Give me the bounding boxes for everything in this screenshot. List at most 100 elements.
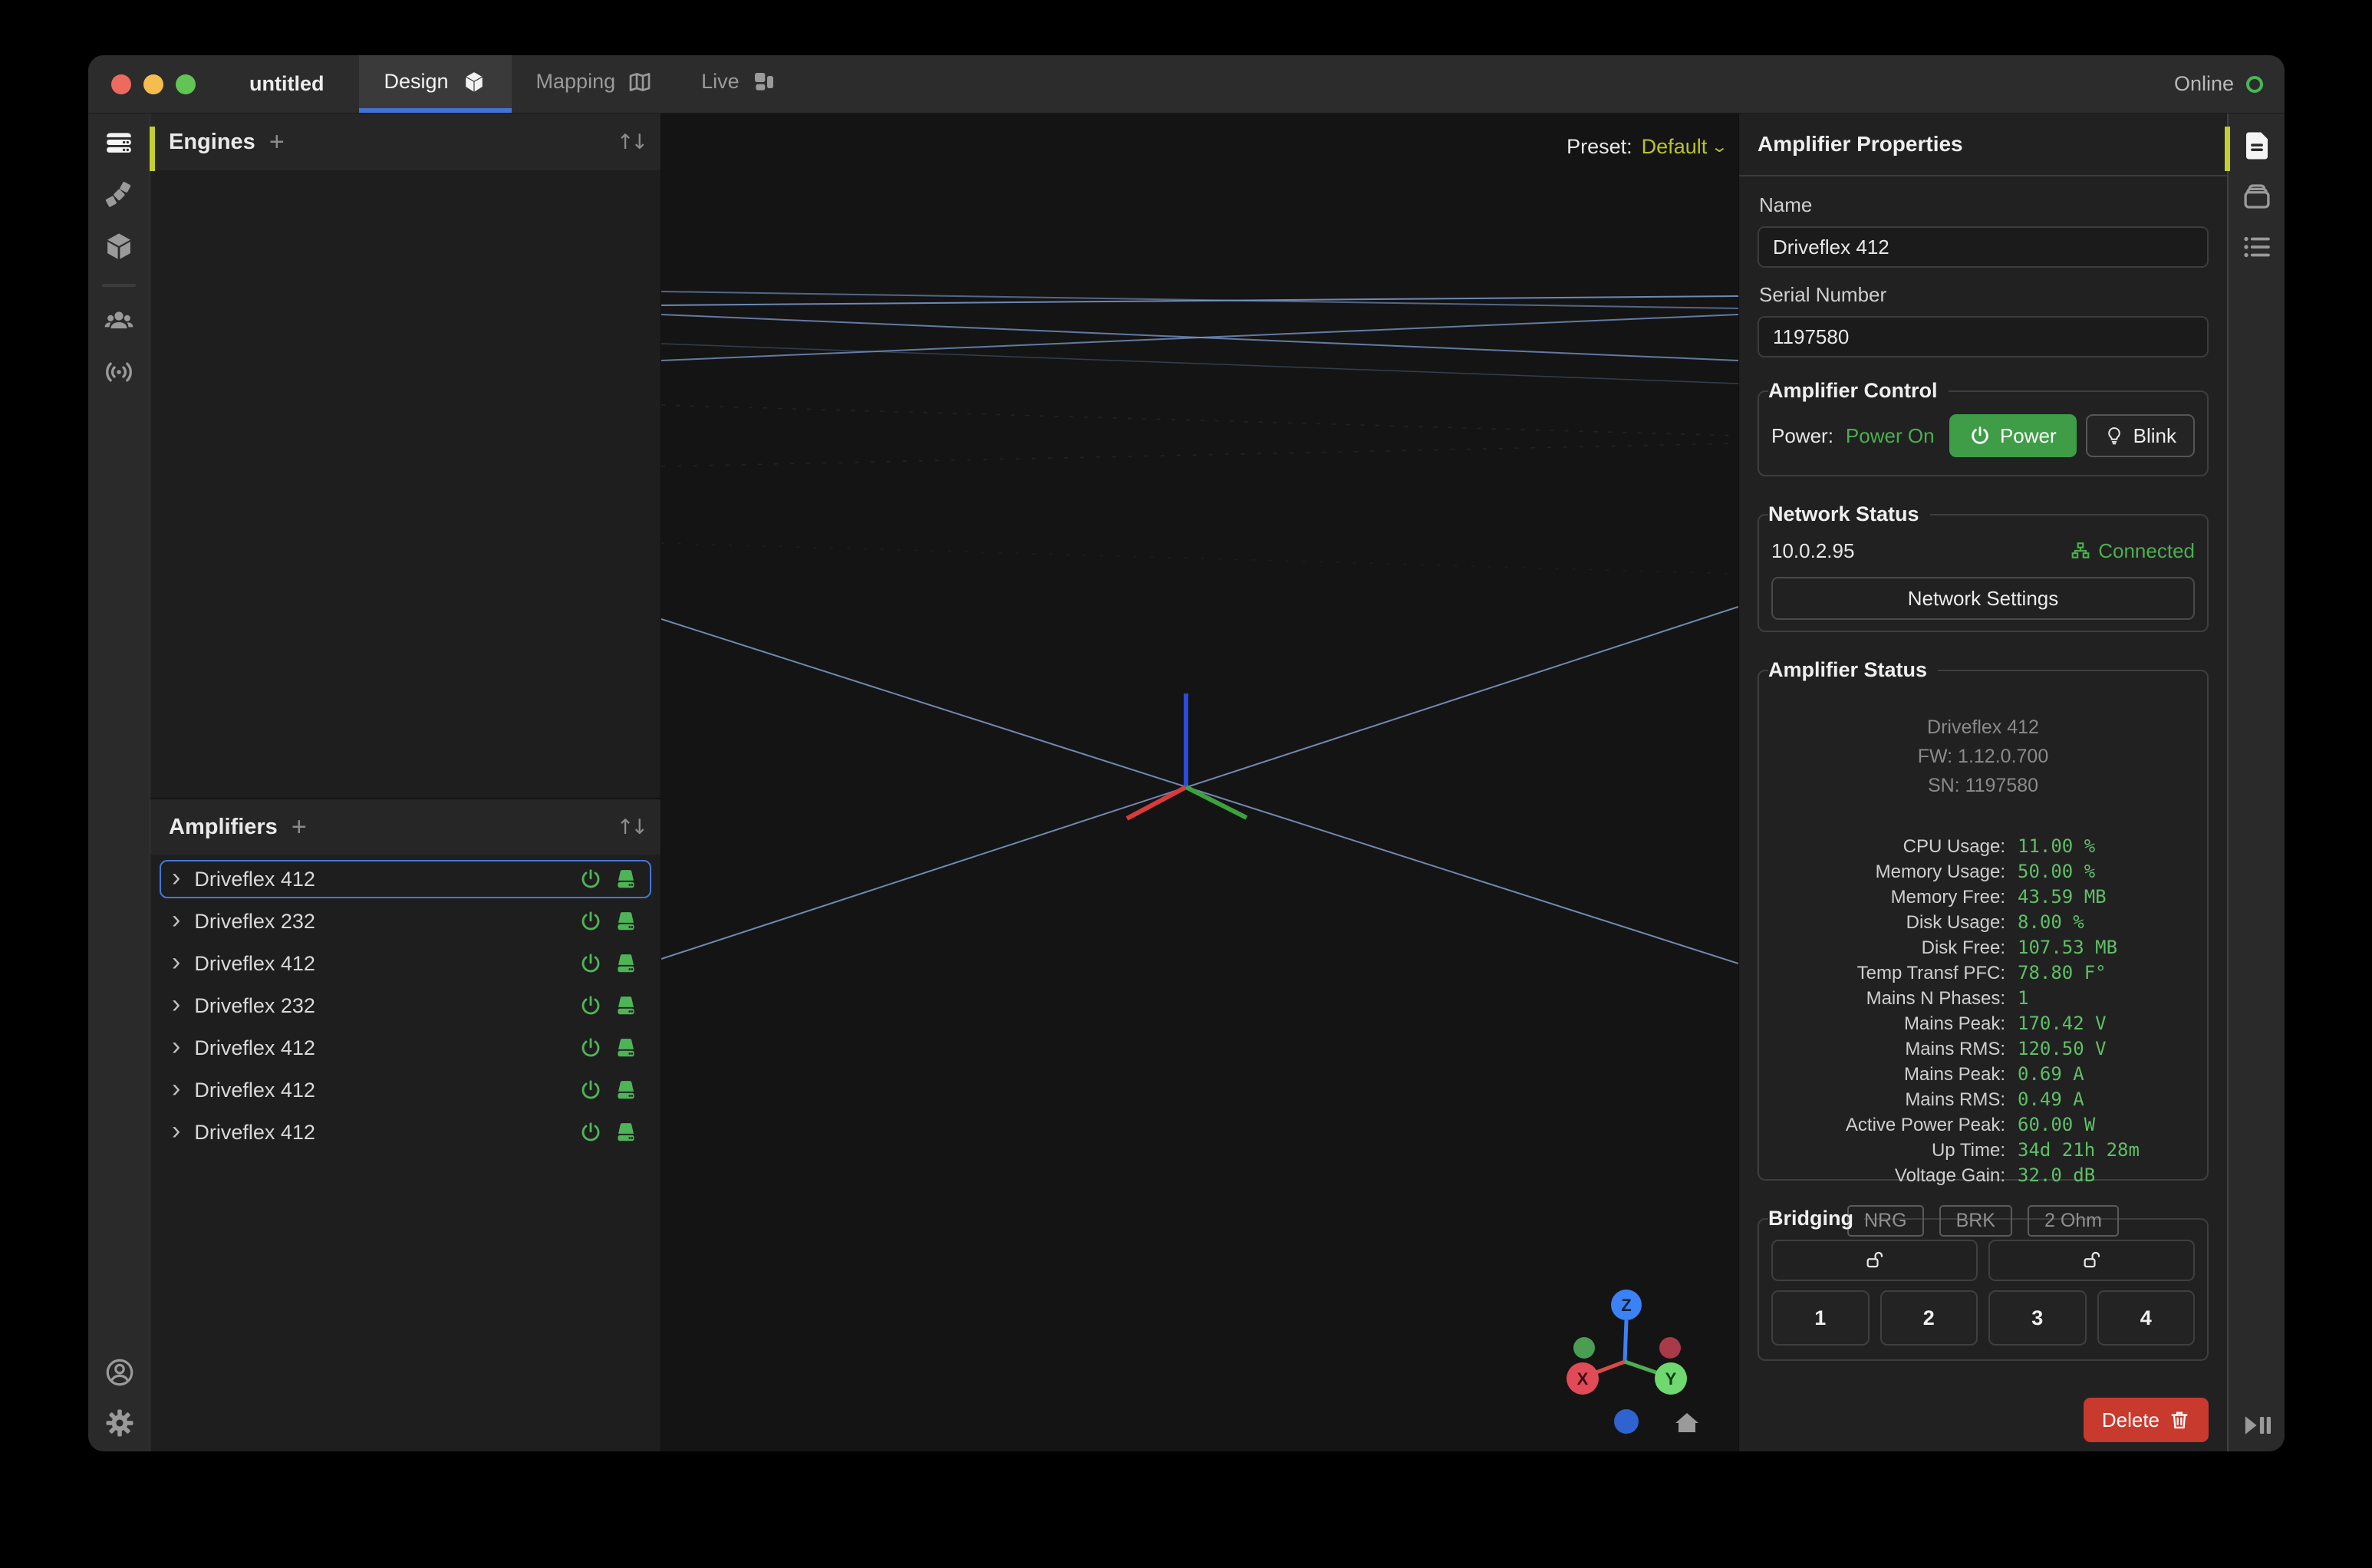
status-badge[interactable]: 2 Ohm bbox=[2028, 1205, 2119, 1237]
amp-device-icon[interactable] bbox=[614, 1121, 637, 1144]
amplifier-row[interactable]: › Driveflex 412 bbox=[160, 860, 651, 898]
connection-status: Connected bbox=[2071, 539, 2195, 563]
axis-neg-dot-red[interactable] bbox=[1659, 1337, 1681, 1359]
amp-device-icon[interactable] bbox=[614, 1079, 637, 1102]
chevron-right-icon[interactable]: › bbox=[172, 1076, 180, 1102]
tab-design[interactable]: Design bbox=[359, 55, 511, 113]
chevron-right-icon[interactable]: › bbox=[172, 907, 180, 933]
settings-gear-icon[interactable] bbox=[102, 1405, 137, 1441]
archive-drawer-icon[interactable] bbox=[2240, 180, 2274, 213]
minimize-window-button[interactable] bbox=[143, 74, 163, 94]
preset-label: Preset: bbox=[1567, 135, 1632, 159]
play-pause-icon[interactable] bbox=[2229, 1412, 2285, 1439]
chevron-right-icon[interactable]: › bbox=[172, 991, 180, 1017]
status-row-label: Mains Peak: bbox=[1771, 1062, 2005, 1087]
speaker-array-icon[interactable] bbox=[101, 178, 137, 213]
status-row-label: Active Power Peak: bbox=[1771, 1112, 2005, 1138]
network-status-legend: Network Status bbox=[1768, 502, 1930, 526]
tab-mapping[interactable]: Mapping bbox=[512, 55, 677, 113]
scene-grid bbox=[661, 114, 1738, 1451]
delete-button[interactable]: Delete bbox=[2084, 1398, 2209, 1442]
add-amplifier-button[interactable]: + bbox=[292, 814, 307, 840]
chevron-right-icon[interactable]: › bbox=[172, 949, 180, 975]
bridge-lock-1-2-button[interactable] bbox=[1771, 1240, 1978, 1281]
status-row-label: Mains Peak: bbox=[1771, 1011, 2005, 1036]
amp-device-icon[interactable] bbox=[614, 868, 637, 891]
amplifier-row-icons bbox=[579, 952, 637, 975]
engines-rack-icon[interactable] bbox=[101, 127, 137, 163]
bridge-channel-2-button[interactable]: 2 bbox=[1880, 1290, 1978, 1346]
status-row: Temp Transf PFC: 78.80 F° bbox=[1771, 960, 2195, 986]
bridge-lock-3-4-button[interactable] bbox=[1988, 1240, 2195, 1281]
amp-device-icon[interactable] bbox=[614, 952, 637, 975]
amplifier-row[interactable]: › Driveflex 412 bbox=[160, 1029, 651, 1067]
tab-mapping-label: Mapping bbox=[536, 70, 616, 94]
groups-people-icon[interactable] bbox=[101, 304, 137, 339]
account-icon[interactable] bbox=[102, 1355, 137, 1390]
status-firmware: FW: 1.12.0.700 bbox=[1771, 742, 2195, 771]
amplifier-row[interactable]: › Driveflex 232 bbox=[160, 902, 651, 940]
power-icon[interactable] bbox=[579, 952, 602, 975]
map-icon bbox=[628, 70, 652, 94]
sort-amplifiers-icon[interactable]: ↑↓ bbox=[617, 815, 645, 839]
home-view-icon[interactable] bbox=[1675, 1413, 1698, 1432]
power-icon[interactable] bbox=[579, 994, 602, 1017]
document-title: untitled bbox=[249, 55, 324, 113]
bridge-channel-4-button[interactable]: 4 bbox=[2097, 1290, 2196, 1346]
window-controls bbox=[88, 55, 219, 113]
power-icon[interactable] bbox=[579, 868, 602, 891]
amplifier-row[interactable]: › Driveflex 412 bbox=[160, 1113, 651, 1151]
blink-button[interactable]: Blink bbox=[2086, 414, 2195, 457]
add-engine-button[interactable]: + bbox=[269, 129, 285, 155]
amp-device-icon[interactable] bbox=[614, 994, 637, 1017]
status-badge[interactable]: NRG bbox=[1847, 1205, 1924, 1237]
tab-design-label: Design bbox=[384, 70, 448, 94]
amp-device-icon[interactable] bbox=[614, 1036, 637, 1059]
serial-input[interactable] bbox=[1758, 316, 2209, 357]
network-settings-button[interactable]: Network Settings bbox=[1771, 577, 2195, 620]
list-view-icon[interactable] bbox=[2240, 230, 2274, 264]
amp-device-icon[interactable] bbox=[614, 910, 637, 933]
properties-document-icon[interactable] bbox=[2240, 129, 2274, 163]
name-input[interactable] bbox=[1758, 226, 2209, 268]
status-row-label: Mains RMS: bbox=[1771, 1087, 2005, 1112]
amplifier-row[interactable]: › Driveflex 412 bbox=[160, 1071, 651, 1109]
power-icon[interactable] bbox=[579, 910, 602, 933]
zoom-window-button[interactable] bbox=[176, 74, 196, 94]
status-row: Voltage Gain: 32.0 dB bbox=[1771, 1163, 2195, 1188]
objects-cube-icon[interactable] bbox=[101, 229, 137, 264]
trash-icon bbox=[2169, 1409, 2190, 1431]
engines-title: Engines bbox=[169, 130, 255, 155]
amplifier-row[interactable]: › Driveflex 412 bbox=[160, 944, 651, 983]
tab-live[interactable]: Live bbox=[677, 55, 801, 113]
orientation-gizmo[interactable]: Z X Y bbox=[1540, 1290, 1709, 1443]
axis-neg-dot-green[interactable] bbox=[1573, 1337, 1595, 1359]
amplifier-row[interactable]: › Driveflex 232 bbox=[160, 987, 651, 1025]
power-icon[interactable] bbox=[579, 1079, 602, 1102]
power-icon[interactable] bbox=[579, 1036, 602, 1059]
status-row-value: 43.59 MB bbox=[2005, 884, 2195, 910]
power-icon[interactable] bbox=[579, 1121, 602, 1144]
chevron-right-icon[interactable]: › bbox=[172, 1033, 180, 1059]
chevron-right-icon[interactable]: › bbox=[172, 865, 180, 891]
broadcast-icon[interactable] bbox=[101, 354, 137, 390]
status-badge[interactable]: BRK bbox=[1939, 1205, 2012, 1237]
bridge-channel-3-button[interactable]: 3 bbox=[1988, 1290, 2087, 1346]
close-window-button[interactable] bbox=[111, 74, 131, 94]
status-row-label: Temp Transf PFC: bbox=[1771, 960, 2005, 986]
power-state: Power On bbox=[1846, 424, 1935, 448]
power-button[interactable]: Power bbox=[1949, 414, 2077, 457]
amplifier-row-icons bbox=[579, 1079, 637, 1102]
chevron-right-icon[interactable]: › bbox=[172, 1118, 180, 1144]
axis-neg-z-handle[interactable] bbox=[1614, 1409, 1639, 1434]
bridge-channel-1-button[interactable]: 1 bbox=[1771, 1290, 1870, 1346]
preset-selector[interactable]: Preset: Default ⌄ bbox=[1567, 135, 1726, 159]
amplifier-name: Driveflex 412 bbox=[194, 1121, 315, 1145]
amplifier-name: Driveflex 232 bbox=[194, 994, 315, 1018]
sort-engines-icon[interactable]: ↑↓ bbox=[617, 130, 645, 154]
status-row: Mains N Phases: 1 bbox=[1771, 986, 2195, 1011]
dashboard-icon bbox=[752, 70, 776, 94]
axis-y-label: Y bbox=[1665, 1369, 1677, 1388]
engines-list bbox=[150, 170, 661, 798]
viewport-3d[interactable]: Preset: Default ⌄ Z X Y bbox=[661, 114, 1738, 1451]
